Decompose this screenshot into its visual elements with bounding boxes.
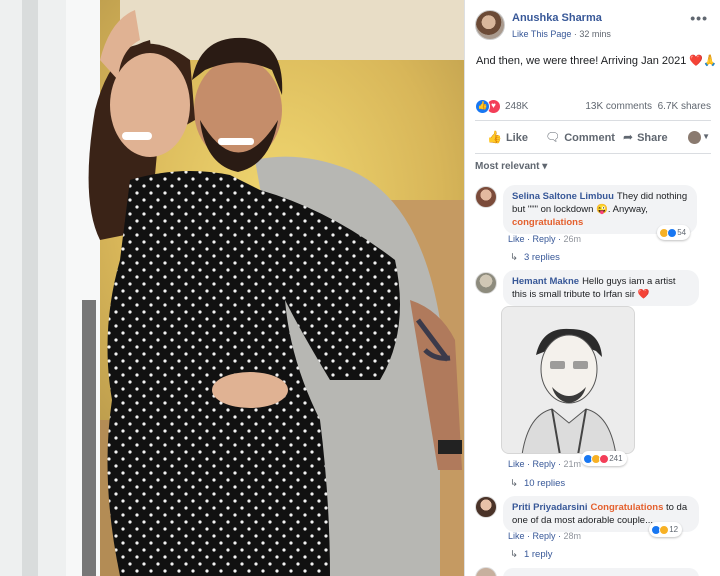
reactions-count[interactable]: 248K (505, 101, 528, 112)
post-action-bar: 👍 Like 🗨 Comment ➦ Share ▼ (475, 124, 711, 152)
reply-arrow-icon: ↳ (510, 549, 518, 560)
replies-label: 3 replies (523, 252, 560, 263)
comment-tag: Congratulations (590, 502, 664, 513)
post-caption: And then, we were three! Arriving Jan 20… (476, 54, 717, 67)
share-label: Share (637, 132, 668, 144)
comment-meta: Like · Reply · 28m (508, 531, 582, 541)
comment-time[interactable]: 28m (564, 531, 582, 541)
replies-label: 10 replies (523, 478, 566, 489)
post-photo[interactable] (0, 0, 464, 576)
comment-like-link[interactable]: Like (508, 531, 525, 541)
comment-label: Comment (564, 132, 615, 144)
caption-emoji: ❤️🙏 (689, 55, 717, 67)
couple-photo-illustration (0, 0, 464, 576)
page-name-link[interactable]: Anushka Sharma (512, 12, 602, 24)
comment-button[interactable]: 🗨 Comment (545, 130, 615, 144)
thumbs-up-icon: 👍 (487, 130, 502, 144)
comment-sort-dropdown[interactable]: Most relevant ▾ (475, 161, 547, 172)
view-replies-link[interactable]: ↳ 3 replies (510, 252, 560, 263)
commenter-name[interactable]: Priti Priyadarsini (512, 502, 588, 513)
comment-reply-link[interactable]: Reply (533, 531, 556, 541)
like-label: Like (505, 132, 528, 144)
share-as-avatar[interactable] (688, 131, 701, 144)
post-sidebar: Anushka Sharma Like This Page · 32 mins … (464, 0, 720, 576)
page-avatar[interactable] (475, 10, 505, 40)
reply-arrow-icon: ↳ (510, 252, 518, 263)
comments-count[interactable]: 13K comments (585, 101, 652, 112)
like-button[interactable]: 👍 Like (487, 130, 528, 144)
commenter-avatar[interactable] (475, 186, 497, 208)
commenter-name[interactable]: Selina Saltone Limbuu (512, 191, 614, 202)
comment-reply-link[interactable]: Reply (533, 234, 556, 244)
reply-arrow-icon: ↳ (510, 478, 518, 489)
post-header: Anushka Sharma Like This Page · 32 mins … (465, 0, 720, 46)
comment-meta: Like · Reply · 21m (508, 459, 582, 469)
more-options-icon[interactable]: ••• (690, 10, 708, 26)
caption-text: And then, we were three! Arriving Jan 20… (476, 55, 687, 67)
share-icon: ➦ (623, 130, 634, 144)
comment-reaction-count: 54 (677, 228, 687, 237)
comment-reactions[interactable]: 12 (649, 522, 683, 537)
comment-reactions[interactable]: 241 (581, 451, 627, 466)
comment-tag: congratulations (512, 217, 584, 228)
shares-count[interactable]: 6.7K shares (658, 101, 711, 112)
post-time[interactable]: 32 mins (579, 29, 611, 39)
haha-reaction-icon (659, 524, 669, 535)
comment-icon: 🗨 (545, 130, 561, 144)
commenter-avatar[interactable] (475, 272, 497, 294)
comments-shares-count: 13K comments 6.7K shares (585, 101, 711, 112)
replies-label: 1 reply (523, 549, 553, 560)
view-replies-link[interactable]: ↳ 10 replies (510, 478, 565, 489)
comment-reactions[interactable]: 54 (657, 225, 691, 240)
like-reaction-icon: 👍 (475, 99, 490, 114)
post-meta: Like This Page · 32 mins (512, 29, 611, 39)
reaction-summary: 👍 ♥ 248K 13K comments 6.7K shares (475, 98, 711, 116)
like-page-link[interactable]: Like This Page (512, 29, 571, 39)
comment-like-link[interactable]: Like (508, 459, 525, 469)
comment-time[interactable]: 26m (564, 234, 582, 244)
commenter-name[interactable]: Hemant Makne (512, 276, 579, 287)
comment-meta: Like · Reply · 26m (508, 234, 582, 244)
comment-like-link[interactable]: Like (508, 234, 525, 244)
comment-reaction-count: 241 (609, 454, 623, 463)
facebook-photo-viewer: Anushka Sharma Like This Page · 32 mins … (0, 0, 720, 576)
comment-reply-link[interactable]: Reply (533, 459, 556, 469)
share-button[interactable]: ➦ Share (623, 130, 668, 144)
commenter-avatar[interactable] (475, 496, 497, 518)
reaction-icons[interactable]: 👍 ♥ (475, 99, 503, 115)
view-replies-link[interactable]: ↳ 1 reply (510, 549, 552, 560)
commenter-avatar[interactable] (475, 567, 497, 576)
comment-reaction-count: 12 (669, 525, 679, 534)
divider (475, 120, 711, 121)
comment-bubble (503, 568, 699, 576)
divider (475, 153, 711, 154)
love-reaction-icon (599, 453, 609, 464)
chevron-down-icon[interactable]: ▼ (702, 132, 710, 141)
pencil-portrait-illustration (502, 307, 634, 453)
comment-sketch-image[interactable] (501, 306, 635, 454)
like-reaction-icon (667, 227, 677, 238)
comment-time[interactable]: 21m (564, 459, 582, 469)
comment-emoji: ❤️ (637, 289, 650, 300)
comment-bubble: Hemant Makne Hello guys iam a artist this… (503, 270, 699, 306)
